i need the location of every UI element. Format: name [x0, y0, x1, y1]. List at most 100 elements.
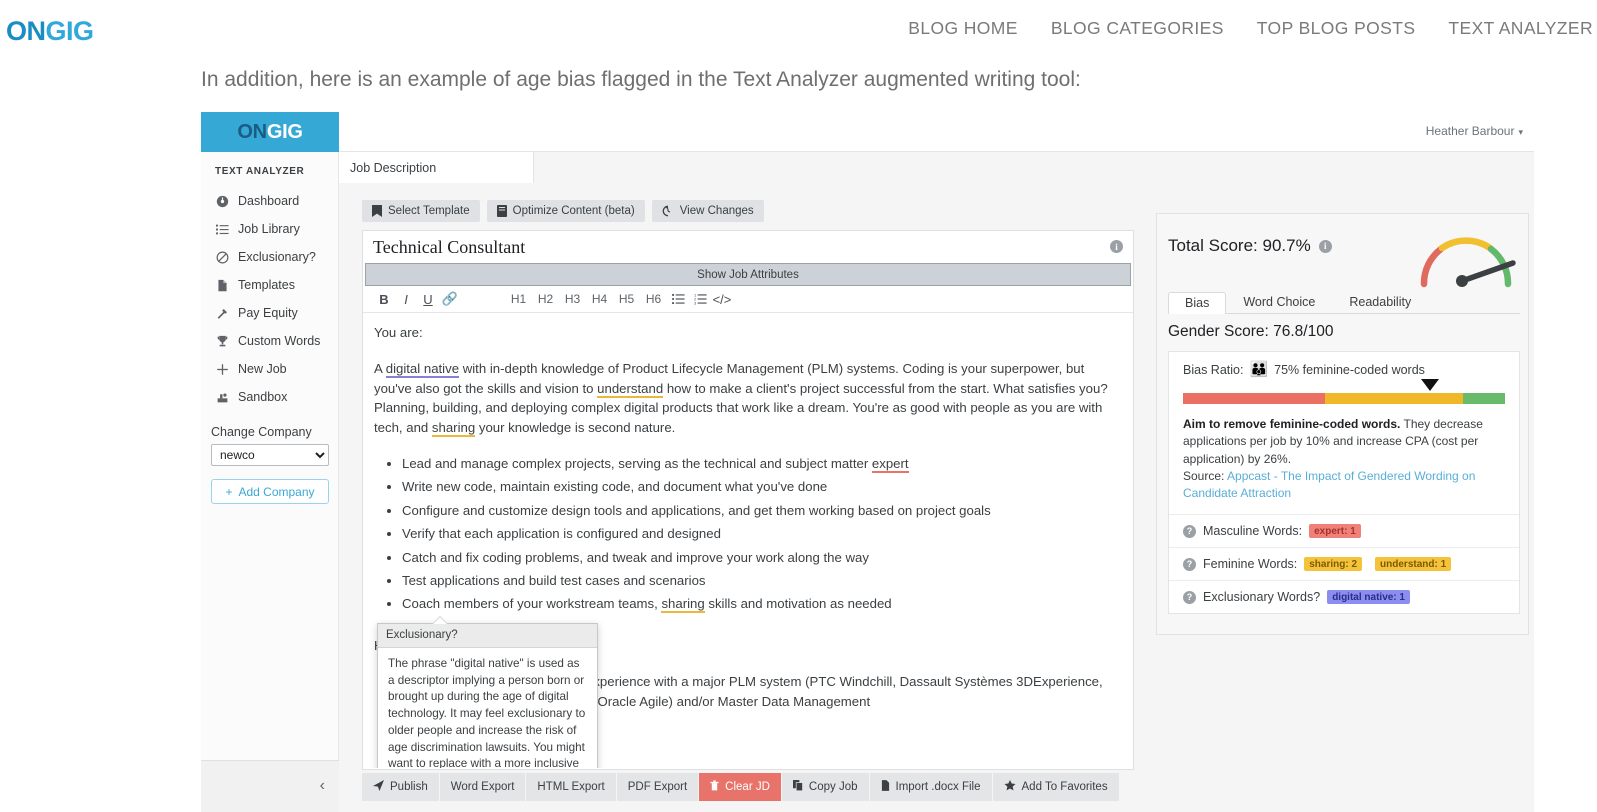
para-text: your knowledge is second nature.: [475, 419, 676, 435]
score-panel: Total Score: 90.7% i Bias Word Choice Re…: [1150, 183, 1534, 812]
responsibilities-list: Lead and manage complex projects, servin…: [374, 454, 1119, 614]
status-badge[interactable]: digital native: 1: [1327, 590, 1410, 605]
tooltip-text: The phrase "digital native" is used as a…: [388, 656, 586, 768]
heading4-button[interactable]: H4: [586, 288, 613, 310]
tab-bias[interactable]: Bias: [1168, 292, 1227, 314]
sidebar-item-sandbox[interactable]: Sandbox: [201, 383, 338, 411]
button-label: View Changes: [679, 205, 754, 217]
blog-nav: BLOG HOME BLOG CATEGORIES TOP BLOG POSTS…: [908, 18, 1593, 39]
heading5-button[interactable]: H5: [613, 288, 640, 310]
source-link[interactable]: Appcast - The Impact of Gendered Wording…: [1183, 469, 1475, 500]
flagged-word-sharing[interactable]: sharing: [431, 419, 476, 437]
article-caption: In addition, here is an example of age b…: [201, 68, 1081, 91]
flagged-word-understand[interactable]: understand: [597, 380, 664, 398]
pdf-export-button[interactable]: PDF Export: [616, 773, 699, 801]
clear-jd-button[interactable]: Clear JD: [699, 773, 781, 801]
sidebar-title: TEXT ANALYZER: [215, 166, 305, 177]
show-job-attributes-button[interactable]: Show Job Attributes: [365, 263, 1131, 286]
sidebar-item-label: Templates: [238, 278, 295, 292]
publish-button[interactable]: Publish: [362, 773, 439, 801]
flagged-word-sharing[interactable]: sharing: [661, 596, 705, 614]
sidebar-item-exclusionary[interactable]: Exclusionary?: [201, 243, 338, 271]
nav-blog-categories[interactable]: BLOG CATEGORIES: [1051, 18, 1224, 39]
underline-icon[interactable]: U: [417, 288, 439, 310]
status-badge[interactable]: understand: 1: [1375, 557, 1452, 572]
blog-header: ONGIG BLOG HOME BLOG CATEGORIES TOP BLOG…: [0, 0, 1597, 57]
heading2-button[interactable]: H2: [532, 288, 559, 310]
copy-job-button[interactable]: Copy Job: [781, 773, 869, 801]
list-item: Write new code, maintain existing code, …: [402, 477, 1119, 496]
word-export-button[interactable]: Word Export: [439, 773, 526, 801]
nav-top-blog-posts[interactable]: TOP BLOG POSTS: [1257, 18, 1416, 39]
nav-text-analyzer[interactable]: TEXT ANALYZER: [1448, 18, 1593, 39]
app-logo[interactable]: ON GIG: [201, 112, 339, 152]
button-label: PDF Export: [627, 781, 688, 793]
italic-icon[interactable]: I: [395, 288, 417, 310]
status-badge[interactable]: sharing: 2: [1304, 557, 1363, 572]
heading3-button[interactable]: H3: [559, 288, 586, 310]
trophy-icon: [215, 334, 229, 348]
help-icon[interactable]: ?: [1183, 524, 1196, 538]
view-changes-button[interactable]: View Changes: [651, 200, 764, 222]
document-body[interactable]: You are: A digital native with in-depth …: [363, 313, 1133, 768]
tab-job-description[interactable]: Job Description: [339, 152, 534, 183]
sidebar-item-custom-words[interactable]: Custom Words: [201, 327, 338, 355]
heading1-button[interactable]: H1: [505, 288, 532, 310]
button-label: Add To Favorites: [1021, 781, 1108, 793]
tab-label: Job Description: [350, 160, 437, 175]
tabstrip: Job Description: [339, 152, 1534, 183]
html-export-button[interactable]: HTML Export: [526, 773, 616, 801]
list-item: Lead and manage complex projects, servin…: [402, 454, 1119, 474]
bold-icon[interactable]: B: [373, 288, 395, 310]
intro-line: You are:: [374, 325, 423, 340]
info-icon[interactable]: i: [1318, 239, 1332, 253]
button-label: Clear JD: [725, 781, 770, 793]
tab-word-choice[interactable]: Word Choice: [1226, 291, 1332, 313]
link-icon[interactable]: 🔗: [439, 288, 461, 310]
job-title-row: Technical Consultant i: [363, 231, 1133, 263]
nav-blog-home[interactable]: BLOG HOME: [908, 18, 1018, 39]
button-label: Word Export: [450, 781, 515, 793]
status-badge[interactable]: expert: 1: [1309, 524, 1361, 539]
optimize-content-button[interactable]: Optimize Content (beta): [486, 200, 645, 222]
logo-text-gig: GIG: [45, 16, 95, 46]
bias-ratio-label: Bias Ratio:: [1183, 362, 1244, 377]
sidebar-footer: ‹: [201, 760, 339, 812]
import-docx-button[interactable]: Import .docx File: [869, 773, 992, 801]
tooltip-header: Exclusionary?: [378, 624, 597, 648]
select-template-button[interactable]: Select Template: [362, 200, 480, 222]
add-to-favorites-button[interactable]: Add To Favorites: [992, 773, 1119, 801]
tooltip-arrow-icon: [433, 617, 447, 624]
score-card: Total Score: 90.7% i Bias Word Choice Re…: [1156, 213, 1529, 635]
job-title[interactable]: Technical Consultant: [373, 237, 525, 258]
button-label: Optimize Content (beta): [512, 205, 635, 217]
heading6-button[interactable]: H6: [640, 288, 667, 310]
sidebar-item-dashboard[interactable]: Dashboard: [201, 187, 338, 215]
sidebar-item-pay-equity[interactable]: Pay Equity: [201, 299, 338, 327]
help-icon[interactable]: ?: [1183, 590, 1196, 604]
format-toolbar: B I U 🔗 H1 H2 H3 H4 H5 H6 123 </>: [363, 286, 1133, 313]
bullet-list-icon[interactable]: [667, 288, 689, 310]
info-icon[interactable]: i: [1110, 240, 1123, 253]
sidebar-item-job-library[interactable]: Job Library: [201, 215, 338, 243]
flagged-word-digital-native[interactable]: digital native: [385, 361, 460, 379]
ongig-blog-logo[interactable]: ONGIG: [6, 16, 94, 47]
app-logo-gig: GIG: [266, 120, 303, 143]
numbered-list-icon[interactable]: 123: [689, 288, 711, 310]
user-name: Heather Barbour: [1425, 124, 1515, 138]
total-score-label: Total Score: 90.7%: [1168, 236, 1311, 255]
collapse-sidebar-icon[interactable]: ‹: [320, 777, 325, 795]
add-company-button[interactable]: + Add Company: [211, 479, 329, 504]
code-icon[interactable]: </>: [711, 288, 733, 310]
user-menu[interactable]: Heather Barbour ▾: [1426, 124, 1523, 138]
help-icon[interactable]: ?: [1183, 557, 1196, 571]
flagged-word-expert[interactable]: expert: [871, 456, 909, 474]
sidebar-item-label: Sandbox: [238, 390, 288, 404]
sidebar-item-new-job[interactable]: New Job: [201, 355, 338, 383]
company-select[interactable]: newco: [211, 444, 329, 466]
list-item: Test applications and build test cases a…: [402, 571, 1119, 590]
history-icon: [662, 205, 674, 217]
sidebar-item-templates[interactable]: Templates: [201, 271, 338, 299]
tab-readability[interactable]: Readability: [1332, 291, 1428, 313]
app-topbar: Heather Barbour ▾: [339, 112, 1534, 152]
